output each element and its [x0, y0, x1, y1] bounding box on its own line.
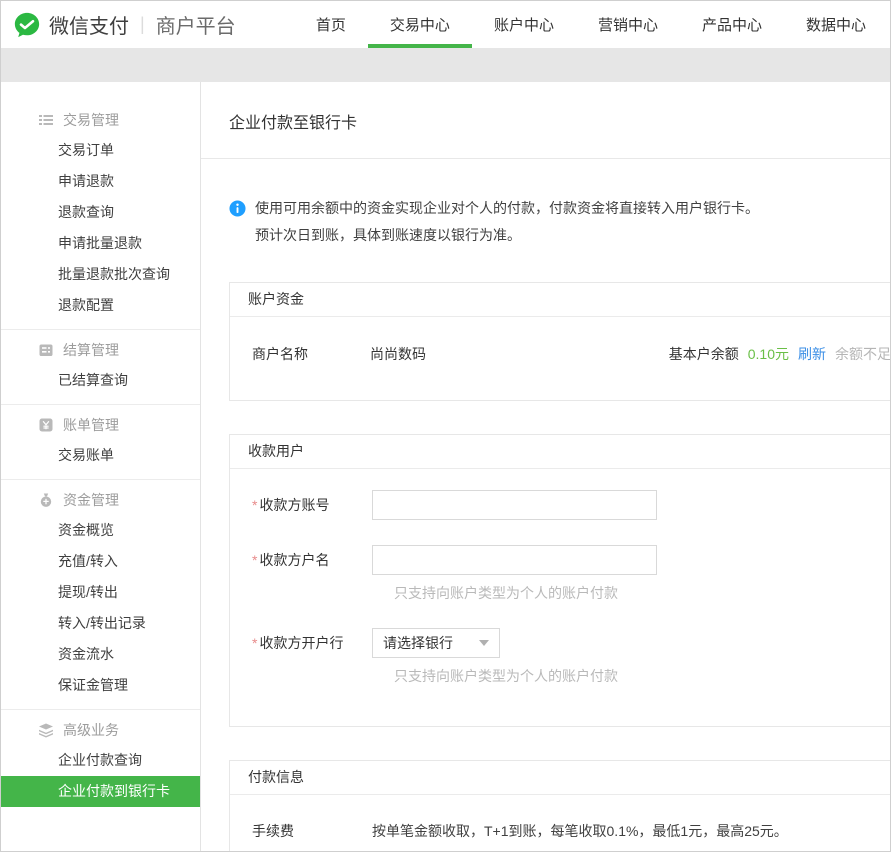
payment-info-title: 付款信息 [230, 761, 891, 795]
wechat-pay-logo-icon [13, 11, 41, 39]
chevron-down-icon [479, 640, 489, 646]
brand-divider: | [140, 14, 145, 35]
main-content: 企业付款至银行卡 使用可用余额中的资金实现企业对个人的付款，付款资金将直接转入用… [201, 82, 890, 851]
sidebar-group-funds: 资金管理 资金概览 充值/转入 提现/转出 转入/转出记录 资金流水 保证金管理 [1, 479, 200, 709]
basic-balance-label: 基本户余额 [669, 344, 739, 364]
notice-text: 使用可用余额中的资金实现企业对个人的付款，付款资金将直接转入用户银行卡。 预计次… [255, 195, 759, 249]
sidebar-item-transfer-records[interactable]: 转入/转出记录 [1, 608, 200, 639]
balance-value: 0.10元 [748, 344, 789, 364]
settlement-icon [38, 342, 54, 358]
fee-row: 手续费 按单笔金额收取，T+1到账，每笔收取0.1%，最低1元，最高25元。 [252, 821, 891, 841]
sidebar: 交易管理 交易订单 申请退款 退款查询 申请批量退款 批量退款批次查询 退款配置… [1, 82, 201, 851]
payee-name-hint: 只支持向账户类型为个人的账户付款 [252, 583, 891, 603]
sidebar-item-settled-query[interactable]: 已结算查询 [1, 365, 200, 396]
required-mark: * [252, 552, 257, 568]
sidebar-group-head-transaction: 交易管理 [1, 105, 200, 135]
info-icon [229, 200, 246, 217]
fee-label: 手续费 [252, 821, 372, 841]
payee-account-label: *收款方账号 [252, 495, 372, 515]
brand: 微信支付 | 商户平台 [13, 1, 236, 48]
sidebar-item-refund-query[interactable]: 退款查询 [1, 197, 200, 228]
info-notice: 使用可用余额中的资金实现企业对个人的付款，付款资金将直接转入用户银行卡。 预计次… [229, 195, 862, 249]
nav-tab-transaction-center[interactable]: 交易中心 [368, 1, 472, 48]
sidebar-group-head-settlement: 结算管理 [1, 335, 200, 365]
top-bar: 微信支付 | 商户平台 首页 交易中心 账户中心 营销中心 产品中心 数据中心 [1, 1, 890, 48]
advanced-icon [38, 722, 54, 738]
required-mark: * [252, 497, 257, 513]
nav-tab-account-center[interactable]: 账户中心 [472, 1, 576, 48]
sidebar-item-enterprise-payment-to-bank-card[interactable]: 企业付款到银行卡 [1, 776, 200, 807]
account-funds-row: 商户名称 尚尚数码 基本户余额 0.10元 刷新 余额不足？ [230, 317, 891, 400]
sidebar-item-withdraw-transfer-out[interactable]: 提现/转出 [1, 577, 200, 608]
bank-select[interactable]: 请选择银行 [372, 628, 500, 658]
sidebar-item-funds-flow[interactable]: 资金流水 [1, 639, 200, 670]
notice-line-1: 使用可用余额中的资金实现企业对个人的付款，付款资金将直接转入用户银行卡。 [255, 195, 759, 222]
top-nav: 首页 交易中心 账户中心 营销中心 产品中心 数据中心 [294, 1, 888, 48]
transaction-icon [38, 112, 54, 128]
required-mark: * [252, 635, 257, 651]
nav-tab-marketing-center[interactable]: 营销中心 [576, 1, 680, 48]
sidebar-item-batch-refund-apply[interactable]: 申请批量退款 [1, 228, 200, 259]
sidebar-group-bill: 账单管理 交易账单 [1, 404, 200, 479]
payee-section-title: 收款用户 [230, 435, 891, 469]
sidebar-group-title: 结算管理 [63, 340, 119, 360]
sidebar-group-head-funds: 资金管理 [1, 485, 200, 515]
sidebar-group-settlement: 结算管理 已结算查询 [1, 329, 200, 404]
sidebar-item-enterprise-payment-query[interactable]: 企业付款查询 [1, 745, 200, 776]
sidebar-item-transaction-orders[interactable]: 交易订单 [1, 135, 200, 166]
payee-account-row: *收款方账号 [252, 490, 891, 520]
sidebar-item-refund-config[interactable]: 退款配置 [1, 290, 200, 321]
sidebar-item-funds-overview[interactable]: 资金概览 [1, 515, 200, 546]
sidebar-group-title: 资金管理 [63, 490, 119, 510]
sidebar-item-deposit-transfer-in[interactable]: 充值/转入 [1, 546, 200, 577]
sidebar-item-transaction-bill[interactable]: 交易账单 [1, 440, 200, 471]
nav-tab-product-center[interactable]: 产品中心 [680, 1, 784, 48]
payment-info-section: 付款信息 手续费 按单笔金额收取，T+1到账，每笔收取0.1%，最低1元，最高2… [229, 760, 891, 852]
sidebar-group-title: 交易管理 [63, 110, 119, 130]
funds-icon [38, 492, 54, 508]
payee-name-label: *收款方户名 [252, 550, 372, 570]
bank-select-value: 请选择银行 [383, 633, 453, 653]
account-funds-title: 账户资金 [230, 283, 891, 317]
payee-name-input[interactable] [372, 545, 657, 575]
sidebar-group-head-advanced: 高级业务 [1, 715, 200, 745]
refresh-link[interactable]: 刷新 [798, 344, 826, 364]
nav-tab-data-center[interactable]: 数据中心 [784, 1, 888, 48]
sidebar-group-transaction: 交易管理 交易订单 申请退款 退款查询 申请批量退款 批量退款批次查询 退款配置 [1, 100, 200, 329]
merchant-name-label: 商户名称 [252, 344, 370, 364]
sub-header-banner [1, 48, 890, 82]
balance-group: 基本户余额 0.10元 刷新 余额不足？ [669, 344, 891, 364]
merchant-name-value: 尚尚数码 [370, 344, 426, 364]
sidebar-item-batch-refund-query[interactable]: 批量退款批次查询 [1, 259, 200, 290]
fee-text: 按单笔金额收取，T+1到账，每笔收取0.1%，最低1元，最高25元。 [372, 821, 788, 841]
sidebar-group-title: 高级业务 [63, 720, 119, 740]
sidebar-group-title: 账单管理 [63, 415, 119, 435]
payee-account-input[interactable] [372, 490, 657, 520]
payee-section: 收款用户 *收款方账号 *收款方户名 只支持向账户类型为个人的账户付款 *收款方… [229, 434, 891, 727]
sidebar-item-deposit-management[interactable]: 保证金管理 [1, 670, 200, 701]
payee-bank-label: *收款方开户行 [252, 633, 372, 653]
bill-icon [38, 417, 54, 433]
sidebar-item-apply-refund[interactable]: 申请退款 [1, 166, 200, 197]
page-title: 企业付款至银行卡 [201, 82, 890, 159]
balance-insufficient-tip: 余额不足？ [835, 344, 891, 364]
brand-product: 微信支付 [49, 10, 129, 39]
nav-tab-home[interactable]: 首页 [294, 1, 368, 48]
wechat-pay-merchant-platform: 微信支付 | 商户平台 首页 交易中心 账户中心 营销中心 产品中心 数据中心 … [0, 0, 891, 852]
account-funds-section: 账户资金 商户名称 尚尚数码 基本户余额 0.10元 刷新 余额不足？ [229, 282, 891, 401]
notice-line-2: 预计次日到账，具体到账速度以银行为准。 [255, 222, 759, 249]
payee-name-row: *收款方户名 [252, 545, 891, 575]
payee-bank-row: *收款方开户行 请选择银行 [252, 628, 891, 658]
sidebar-group-head-bill: 账单管理 [1, 410, 200, 440]
payee-bank-hint: 只支持向账户类型为个人的账户付款 [252, 666, 891, 686]
sidebar-group-advanced: 高级业务 企业付款查询 企业付款到银行卡 [1, 709, 200, 815]
brand-platform: 商户平台 [156, 10, 236, 39]
